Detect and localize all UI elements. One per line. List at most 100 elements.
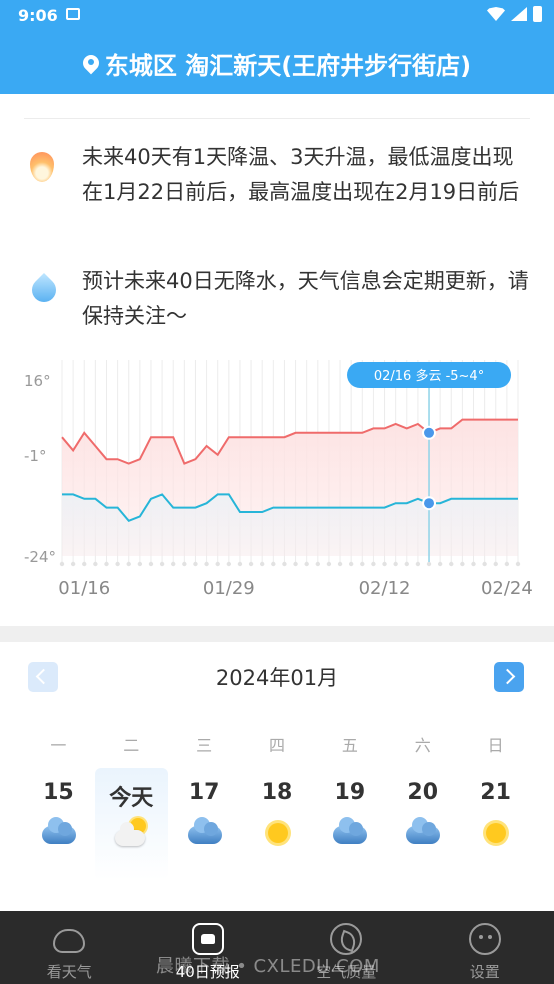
chart-axis-dot [193,561,198,567]
location-title: 东城区 淘汇新天(王府井步行街店) [104,51,472,80]
location-pin-icon [83,55,99,71]
weekday-header: 一 二 三 四 五 六 日 [22,732,532,755]
next-month-button[interactable] [494,662,524,692]
nav-tab-weather[interactable]: 看天气 [0,911,139,984]
selected-low-point [422,496,437,511]
house-icon [191,923,224,955]
status-icons [487,6,542,22]
chart-axis-dot [159,561,165,567]
chart-axis-dot [382,561,387,567]
calendar-day[interactable]: 21 [459,768,532,880]
chart-axis-dot [404,561,409,567]
cloudy-icon [333,817,368,848]
chart-axis-dot [460,561,465,567]
chart-axis-dot [182,561,187,567]
nav-tab-label: 空气质量 [316,963,377,981]
chart-axis-dot [259,561,265,567]
cloud-icon [53,929,85,953]
chart-axis-dot [282,561,287,567]
battery-icon [533,6,542,22]
nav-tab-40-day-forecast[interactable]: 40日预报 [139,911,278,984]
face-icon [468,923,501,955]
calendar-day[interactable]: 20 [386,768,459,880]
status-time: 9:06 [18,6,58,25]
temperature-summary-text: 未来40天有1天降温、3天升温，最低温度出现在1月22日前后，最高温度出现在2月… [82,145,520,204]
chart-axis-dot [449,561,454,567]
chart-axis-dot [237,561,243,567]
y-tick-label: -24° [24,548,56,566]
chart-axis-dot [326,561,332,567]
precipitation-summary: 预计未来40日无降水，天气信息会定期更新，请保持关注～ [28,264,534,334]
precipitation-summary-text: 预计未来40日无降水，天气信息会定期更新，请保持关注～ [82,269,529,328]
chart-axis-dot [248,561,254,567]
top-bar: 9:06 东城区 淘汇新天(王府井步行街店) [0,0,554,94]
day-number: 17 [188,780,220,805]
chart-axis-dot [215,561,220,567]
calendar-day[interactable]: 19 [313,768,386,880]
calendar-day[interactable]: 18 [241,768,314,880]
chart-axis-dot [126,561,131,567]
chart-axis-dot [348,561,354,567]
temperature-summary: 未来40天有1天降温、3天升温，最低温度出现在1月22日前后，最高温度出现在2月… [28,140,534,210]
weekday-label: 日 [487,736,504,755]
location-selector[interactable]: 东城区 淘汇新天(王府井步行街店) [0,40,554,86]
chart-axis-dot [482,561,487,567]
x-tick-label: 02/12 [359,578,411,599]
partly-cloudy-icon [114,818,149,848]
leaf-icon [330,923,362,955]
selected-high-point [422,425,437,440]
calendar-day[interactable]: 17 [168,768,241,880]
chart-axis-dot [70,561,76,567]
signal-icon [511,7,527,21]
x-tick-label: 01/29 [203,578,255,599]
chart-axis-dot [337,561,343,567]
chart-axis-dot [360,561,365,567]
x-tick-label: 02/24 [481,578,533,599]
nav-tab-label: 40日预报 [175,963,240,981]
weekday-label: 四 [269,736,286,755]
chart-axis-dot [515,561,521,567]
chart-axis-dot [59,561,65,567]
status-bar: 9:06 [0,0,554,32]
sunny-icon [479,818,513,848]
chart-axis-dot [171,561,176,567]
chart-axis-dot [371,561,376,567]
day-number: 18 [261,780,293,805]
temperature-trend-chart[interactable]: 16° -1° -24° 01/16 01/29 02/12 02/24 02/16 多云 -… [0,350,554,610]
chart-axis-dot [115,561,120,567]
day-number: 19 [334,780,366,805]
chart-axis-dot [293,561,298,567]
sunny-icon [261,818,295,848]
temperature-icon [28,152,58,182]
cloudy-icon [42,817,76,848]
calendar-week: 15 今天 17 18 19 20 21 [22,768,532,880]
nav-tab-settings[interactable]: 设置 [416,911,554,984]
chart-axis-dot [493,561,498,567]
chart-axis-dot [82,561,87,567]
day-number: 15 [43,780,74,805]
x-tick-label: 01/16 [58,578,110,599]
chart-axis-dot [304,561,309,567]
chart-axis-dot [93,561,98,567]
sim-icon [66,8,80,20]
calendar-day[interactable]: 15 [22,768,95,880]
chart-axis-dot [426,561,432,567]
chart-axis-dot [504,561,510,567]
calendar-day-today[interactable]: 今天 [94,768,168,880]
bottom-navigation: 看天气 40日预报 空气质量 设置 [0,911,554,984]
nav-tab-label: 设置 [469,963,500,981]
weekday-label: 一 [50,736,67,755]
cloudy-icon [406,817,441,848]
wifi-icon [487,7,505,21]
chart-axis-dot [315,561,321,567]
chart-axis-dot [271,561,276,567]
chart-axis-dot [393,561,398,567]
raindrop-icon [28,276,58,306]
chart-axis-dot [104,561,109,567]
weekday-label: 二 [123,736,140,755]
nav-tab-air-quality[interactable]: 空气质量 [277,911,416,984]
nav-tab-label: 看天气 [46,963,92,981]
weekday-label: 三 [196,736,213,755]
chart-axis-dot [471,561,476,567]
month-title: 2024年01月 [215,666,339,690]
